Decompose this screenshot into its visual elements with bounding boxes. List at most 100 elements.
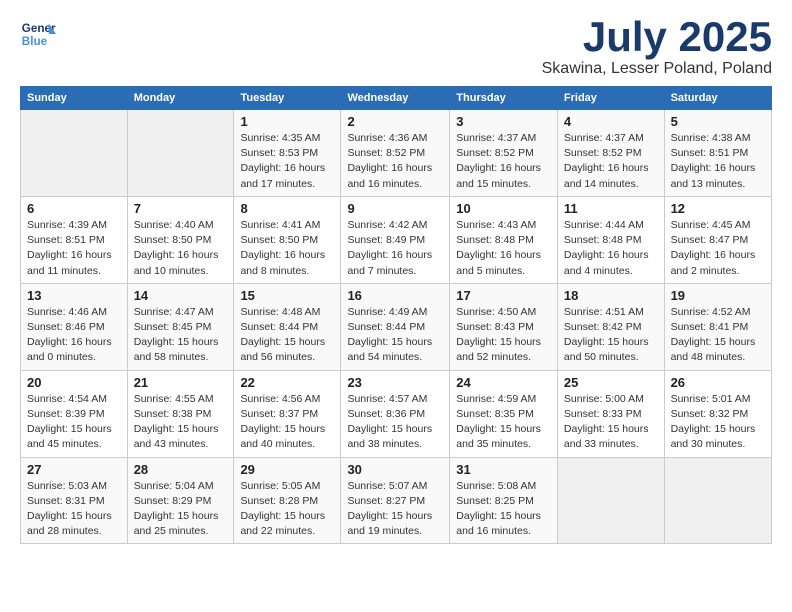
weekday-header-monday: Monday xyxy=(127,87,234,110)
calendar-cell: 25 Sunrise: 5:00 AM Sunset: 8:33 PM Dayli… xyxy=(557,370,664,457)
calendar-cell xyxy=(664,457,771,544)
calendar-cell: 2 Sunrise: 4:36 AM Sunset: 8:52 PM Daylig… xyxy=(341,110,450,197)
calendar-cell: 9 Sunrise: 4:42 AM Sunset: 8:49 PM Daylig… xyxy=(341,196,450,283)
weekday-header-sunday: Sunday xyxy=(21,87,128,110)
day-number: 2 xyxy=(347,114,443,129)
day-number: 26 xyxy=(671,375,765,390)
day-detail: Sunrise: 5:04 AM Sunset: 8:29 PM Dayligh… xyxy=(134,479,228,540)
calendar-cell: 3Sunrise: 4:37 AM Sunset: 8:52 PM Daylig… xyxy=(450,110,558,197)
day-detail: Sunrise: 4:40 AM Sunset: 8:50 PM Dayligh… xyxy=(134,218,228,279)
day-number: 25 xyxy=(564,375,658,390)
calendar-cell: 20Sunrise: 4:54 AM Sunset: 8:39 PM Dayli… xyxy=(21,370,128,457)
day-detail: Sunrise: 4:35 AM Sunset: 8:53 PM Dayligh… xyxy=(240,131,334,192)
day-detail: Sunrise: 4:49 AM Sunset: 8:44 PM Dayligh… xyxy=(347,305,443,366)
day-detail: Sunrise: 4:51 AM Sunset: 8:42 PM Dayligh… xyxy=(564,305,658,366)
day-number: 19 xyxy=(671,288,765,303)
day-detail: Sunrise: 4:42 AM Sunset: 8:49 PM Dayligh… xyxy=(347,218,443,279)
day-number: 11 xyxy=(564,201,658,216)
day-number: 14 xyxy=(134,288,228,303)
calendar-table: SundayMondayTuesdayWednesdayThursdayFrid… xyxy=(20,86,772,544)
calendar-cell: 16 Sunrise: 4:49 AM Sunset: 8:44 PM Dayli… xyxy=(341,283,450,370)
calendar-cell: 21 Sunrise: 4:55 AM Sunset: 8:38 PM Dayli… xyxy=(127,370,234,457)
page-header: General Blue July 2025 Skawina, Lesser P… xyxy=(20,16,772,78)
calendar-week-2: 6Sunrise: 4:39 AM Sunset: 8:51 PM Daylig… xyxy=(21,196,772,283)
day-number: 15 xyxy=(240,288,334,303)
day-number: 31 xyxy=(456,462,551,477)
day-detail: Sunrise: 4:36 AM Sunset: 8:52 PM Dayligh… xyxy=(347,131,443,192)
day-number: 29 xyxy=(240,462,334,477)
day-number: 13 xyxy=(27,288,121,303)
calendar-week-5: 27 Sunrise: 5:03 AM Sunset: 8:31 PM Dayli… xyxy=(21,457,772,544)
month-title: July 2025 xyxy=(542,16,772,58)
day-detail: Sunrise: 5:00 AM Sunset: 8:33 PM Dayligh… xyxy=(564,392,658,453)
calendar-cell: 31Sunrise: 5:08 AM Sunset: 8:25 PM Dayli… xyxy=(450,457,558,544)
weekday-header-friday: Friday xyxy=(557,87,664,110)
day-detail: Sunrise: 4:47 AM Sunset: 8:45 PM Dayligh… xyxy=(134,305,228,366)
calendar-cell: 7Sunrise: 4:40 AM Sunset: 8:50 PM Daylig… xyxy=(127,196,234,283)
day-number: 22 xyxy=(240,375,334,390)
day-detail: Sunrise: 4:59 AM Sunset: 8:35 PM Dayligh… xyxy=(456,392,551,453)
calendar-cell: 15Sunrise: 4:48 AM Sunset: 8:44 PM Dayli… xyxy=(234,283,341,370)
day-number: 30 xyxy=(347,462,443,477)
calendar-cell: 12 Sunrise: 4:45 AM Sunset: 8:47 PM Dayli… xyxy=(664,196,771,283)
calendar-cell: 29 Sunrise: 5:05 AM Sunset: 8:28 PM Dayli… xyxy=(234,457,341,544)
day-detail: Sunrise: 4:41 AM Sunset: 8:50 PM Dayligh… xyxy=(240,218,334,279)
calendar-cell xyxy=(557,457,664,544)
calendar-week-3: 13 Sunrise: 4:46 AM Sunset: 8:46 PM Dayli… xyxy=(21,283,772,370)
calendar-cell: 23 Sunrise: 4:57 AM Sunset: 8:36 PM Dayli… xyxy=(341,370,450,457)
weekday-header-wednesday: Wednesday xyxy=(341,87,450,110)
day-number: 24 xyxy=(456,375,551,390)
calendar-cell: 26 Sunrise: 5:01 AM Sunset: 8:32 PM Dayli… xyxy=(664,370,771,457)
day-detail: Sunrise: 4:37 AM Sunset: 8:52 PM Dayligh… xyxy=(564,131,658,192)
day-number: 5 xyxy=(671,114,765,129)
day-number: 8 xyxy=(240,201,334,216)
calendar-cell: 4 Sunrise: 4:37 AM Sunset: 8:52 PM Daylig… xyxy=(557,110,664,197)
day-detail: Sunrise: 4:52 AM Sunset: 8:41 PM Dayligh… xyxy=(671,305,765,366)
day-detail: Sunrise: 4:39 AM Sunset: 8:51 PM Dayligh… xyxy=(27,218,121,279)
day-number: 16 xyxy=(347,288,443,303)
day-number: 27 xyxy=(27,462,121,477)
day-number: 1 xyxy=(240,114,334,129)
day-detail: Sunrise: 4:46 AM Sunset: 8:46 PM Dayligh… xyxy=(27,305,121,366)
location: Skawina, Lesser Poland, Poland xyxy=(542,60,772,78)
day-number: 9 xyxy=(347,201,443,216)
calendar-cell: 14 Sunrise: 4:47 AM Sunset: 8:45 PM Dayli… xyxy=(127,283,234,370)
day-number: 21 xyxy=(134,375,228,390)
calendar-cell xyxy=(127,110,234,197)
calendar-cell: 19 Sunrise: 4:52 AM Sunset: 8:41 PM Dayli… xyxy=(664,283,771,370)
day-detail: Sunrise: 5:01 AM Sunset: 8:32 PM Dayligh… xyxy=(671,392,765,453)
day-detail: Sunrise: 5:03 AM Sunset: 8:31 PM Dayligh… xyxy=(27,479,121,540)
calendar-cell: 22 Sunrise: 4:56 AM Sunset: 8:37 PM Dayli… xyxy=(234,370,341,457)
title-block: July 2025 Skawina, Lesser Poland, Poland xyxy=(542,16,772,78)
calendar-cell: 8 Sunrise: 4:41 AM Sunset: 8:50 PM Daylig… xyxy=(234,196,341,283)
day-number: 4 xyxy=(564,114,658,129)
logo-icon: General Blue xyxy=(20,16,56,52)
day-number: 18 xyxy=(564,288,658,303)
calendar-cell: 6Sunrise: 4:39 AM Sunset: 8:51 PM Daylig… xyxy=(21,196,128,283)
svg-text:Blue: Blue xyxy=(22,35,48,48)
day-detail: Sunrise: 5:07 AM Sunset: 8:27 PM Dayligh… xyxy=(347,479,443,540)
day-detail: Sunrise: 4:44 AM Sunset: 8:48 PM Dayligh… xyxy=(564,218,658,279)
day-detail: Sunrise: 5:05 AM Sunset: 8:28 PM Dayligh… xyxy=(240,479,334,540)
day-number: 28 xyxy=(134,462,228,477)
calendar-cell: 18 Sunrise: 4:51 AM Sunset: 8:42 PM Dayli… xyxy=(557,283,664,370)
calendar-cell: 11 Sunrise: 4:44 AM Sunset: 8:48 PM Dayli… xyxy=(557,196,664,283)
day-detail: Sunrise: 4:37 AM Sunset: 8:52 PM Dayligh… xyxy=(456,131,551,192)
calendar-cell: 13 Sunrise: 4:46 AM Sunset: 8:46 PM Dayli… xyxy=(21,283,128,370)
day-detail: Sunrise: 4:43 AM Sunset: 8:48 PM Dayligh… xyxy=(456,218,551,279)
day-number: 12 xyxy=(671,201,765,216)
calendar-week-1: 1 Sunrise: 4:35 AM Sunset: 8:53 PM Daylig… xyxy=(21,110,772,197)
day-detail: Sunrise: 4:55 AM Sunset: 8:38 PM Dayligh… xyxy=(134,392,228,453)
day-number: 23 xyxy=(347,375,443,390)
weekday-header-thursday: Thursday xyxy=(450,87,558,110)
weekday-header-saturday: Saturday xyxy=(664,87,771,110)
calendar-cell: 28 Sunrise: 5:04 AM Sunset: 8:29 PM Dayli… xyxy=(127,457,234,544)
calendar-cell xyxy=(21,110,128,197)
day-detail: Sunrise: 4:45 AM Sunset: 8:47 PM Dayligh… xyxy=(671,218,765,279)
calendar-week-4: 20Sunrise: 4:54 AM Sunset: 8:39 PM Dayli… xyxy=(21,370,772,457)
day-detail: Sunrise: 4:57 AM Sunset: 8:36 PM Dayligh… xyxy=(347,392,443,453)
logo: General Blue xyxy=(20,16,60,52)
header-row: SundayMondayTuesdayWednesdayThursdayFrid… xyxy=(21,87,772,110)
weekday-header-tuesday: Tuesday xyxy=(234,87,341,110)
day-detail: Sunrise: 4:56 AM Sunset: 8:37 PM Dayligh… xyxy=(240,392,334,453)
